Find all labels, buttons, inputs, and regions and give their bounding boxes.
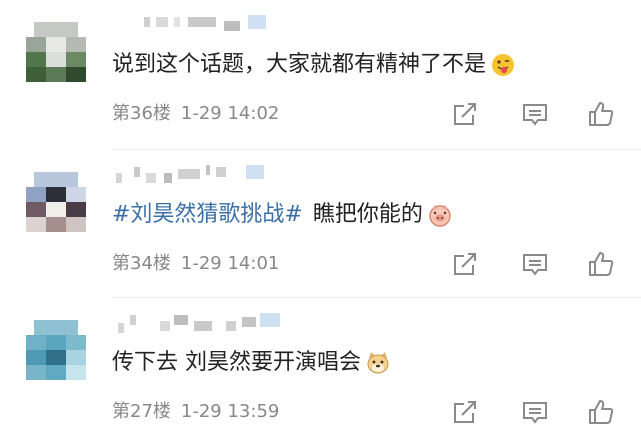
like-button[interactable] xyxy=(587,100,615,128)
comment-button[interactable] xyxy=(521,100,549,128)
like-icon xyxy=(589,102,614,126)
like-button[interactable] xyxy=(587,398,615,426)
comment-button[interactable] xyxy=(521,398,549,426)
comment-text: 说到这个话题，大家就都有精神了不是 xyxy=(112,50,516,80)
username-redacted[interactable] xyxy=(112,313,292,335)
timestamp: 1-29 14:01 xyxy=(180,253,280,274)
comment-meta: 第36楼 1-29 14:02 xyxy=(112,101,279,127)
avatar[interactable] xyxy=(24,22,98,82)
share-icon xyxy=(454,253,476,275)
share-button[interactable] xyxy=(451,250,479,278)
share-icon xyxy=(454,103,476,125)
comment-body: 瞧把你能的 xyxy=(312,202,423,227)
comment-item: 说到这个话题，大家就都有精神了不是 第36楼 1-29 14:02 xyxy=(0,0,641,150)
floor-number: 第34楼 xyxy=(112,253,171,274)
hashtag-link[interactable]: #刘昊然猜歌挑战# xyxy=(112,200,303,230)
comment-button[interactable] xyxy=(521,250,549,278)
share-icon xyxy=(454,401,476,423)
doge-emoji xyxy=(367,352,389,374)
comment-text: 传下去 刘昊然要开演唱会 xyxy=(112,348,391,378)
share-button[interactable] xyxy=(451,100,479,128)
timestamp: 1-29 14:02 xyxy=(180,103,280,124)
share-button[interactable] xyxy=(451,398,479,426)
floor-number: 第36楼 xyxy=(112,103,171,124)
comment-icon xyxy=(523,402,547,424)
comment-text: #刘昊然猜歌挑战# 瞧把你能的 xyxy=(112,200,453,230)
timestamp: 1-29 13:59 xyxy=(180,401,280,422)
comment-meta: 第27楼 1-29 13:59 xyxy=(112,399,279,425)
like-icon xyxy=(589,252,614,276)
comment-icon xyxy=(523,104,547,126)
comment-item: #刘昊然猜歌挑战# 瞧把你能的 第34楼 1-29 14:01 xyxy=(0,150,641,298)
avatar[interactable] xyxy=(24,320,98,380)
comment-meta: 第34楼 1-29 14:01 xyxy=(112,251,279,277)
username-redacted[interactable] xyxy=(112,165,292,187)
comment-item: 传下去 刘昊然要开演唱会 第27楼 1-29 13:59 xyxy=(0,298,641,447)
comment-body: 说到这个话题，大家就都有精神了不是 xyxy=(112,52,487,77)
pig-face-emoji xyxy=(429,205,451,227)
floor-number: 第27楼 xyxy=(112,401,171,422)
like-button[interactable] xyxy=(587,250,615,278)
comment-body: 传下去 刘昊然要开演唱会 xyxy=(112,350,361,375)
tongue-out-face-emoji xyxy=(492,54,515,76)
like-icon xyxy=(589,400,614,424)
avatar[interactable] xyxy=(24,172,98,232)
username-redacted[interactable] xyxy=(112,15,292,37)
comment-icon xyxy=(523,254,547,276)
